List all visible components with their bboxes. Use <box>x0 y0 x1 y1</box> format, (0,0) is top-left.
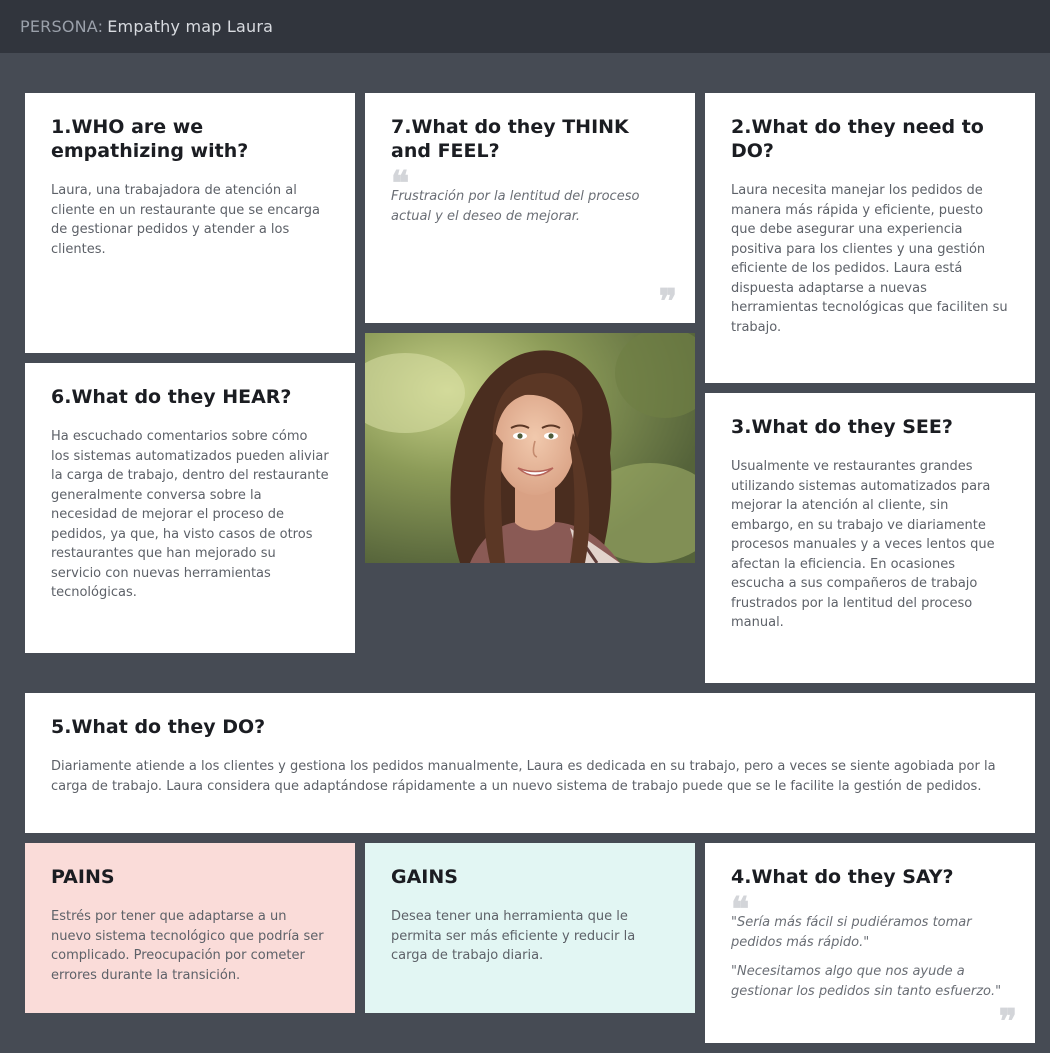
card-do[interactable]: 5.What do they DO? Diariamente atiende a… <box>25 693 1035 833</box>
card-hear[interactable]: 6.What do they HEAR? Ha escuchado coment… <box>25 363 355 653</box>
page-title: Empathy map Laura <box>107 17 274 36</box>
card-who[interactable]: 1.WHO are we empathizing with? Laura, un… <box>25 93 355 353</box>
card-do-title: 5.What do they DO? <box>51 716 266 738</box>
card-see[interactable]: 3.What do they SEE? Usualmente ve restau… <box>705 393 1035 683</box>
close-quote-icon: ❞ <box>998 1002 1017 1042</box>
card-say-quote: "Necesitamos algo que nos ayude a gestio… <box>731 964 1002 999</box>
card-pains-title: PAINS <box>51 866 115 888</box>
card-say-title: 4.What do they SAY? <box>731 866 954 888</box>
card-gains-text: Desea tener una herramienta que le permi… <box>391 909 636 963</box>
card-say[interactable]: 4.What do they SAY? ❝ "Sería más fácil s… <box>705 843 1035 1043</box>
card-hear-title: 6.What do they HEAR? <box>51 386 292 408</box>
card-need-to-do-title: 2.What do they need to DO? <box>731 116 984 162</box>
close-quote-icon: ❞ <box>658 282 677 322</box>
card-pains[interactable]: PAINS Estrés por tener que adaptarse a u… <box>25 843 355 1013</box>
card-who-text: Laura, una trabajadora de atención al cl… <box>51 183 320 257</box>
card-think-feel[interactable]: 7.What do they THINK and FEEL? ❝ Frustra… <box>365 93 695 323</box>
card-who-title: 1.WHO are we empathizing with? <box>51 116 249 162</box>
card-say-quote: "Sería más fácil si pudiéramos tomar ped… <box>731 915 972 950</box>
persona-portrait-image <box>365 333 695 563</box>
card-do-text: Diariamente atiende a los clientes y ges… <box>51 759 996 794</box>
top-bar: PERSONA: Empathy map Laura <box>0 0 1050 53</box>
card-need-to-do[interactable]: 2.What do they need to DO? Laura necesit… <box>705 93 1035 383</box>
open-quote-icon: ❝ <box>731 890 750 930</box>
card-need-to-do-text: Laura necesita manejar los pedidos de ma… <box>731 183 1008 335</box>
card-think-feel-title: 7.What do they THINK and FEEL? <box>391 116 629 162</box>
card-see-text: Usualmente ve restaurantes grandes utili… <box>731 459 995 630</box>
card-pains-text: Estrés por tener que adaptarse a un nuev… <box>51 909 324 983</box>
persona-photo <box>365 333 695 563</box>
card-think-feel-quote: Frustración por la lentitud del proceso … <box>391 189 640 224</box>
card-gains[interactable]: GAINS Desea tener una herramienta que le… <box>365 843 695 1013</box>
open-quote-icon: ❝ <box>391 164 410 204</box>
card-see-title: 3.What do they SEE? <box>731 416 953 438</box>
persona-prefix: PERSONA: <box>20 17 104 36</box>
card-hear-text: Ha escuchado comentarios sobre cómo los … <box>51 429 329 600</box>
card-gains-title: GAINS <box>391 866 458 888</box>
